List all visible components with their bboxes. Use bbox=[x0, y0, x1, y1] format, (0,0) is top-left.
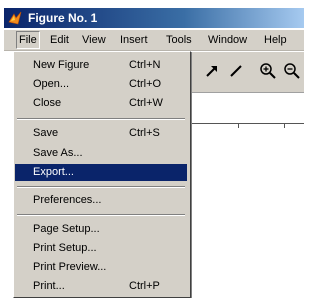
figure-toolbar bbox=[186, 52, 304, 93]
menu-separator bbox=[17, 214, 185, 216]
menu-item-label: Print Preview... bbox=[33, 261, 107, 273]
menu-item-label: New Figure bbox=[33, 59, 90, 71]
menu-item-label: Export... bbox=[33, 166, 74, 178]
menu-item-label: Page Setup... bbox=[33, 223, 100, 235]
axis-tick bbox=[284, 124, 285, 128]
menu-window[interactable]: Window bbox=[206, 33, 249, 47]
menu-item-print-preview[interactable]: Print Preview... bbox=[15, 259, 187, 276]
zoom-in-icon[interactable] bbox=[258, 61, 278, 81]
window-title: Figure No. 1 bbox=[28, 11, 98, 25]
menu-item-page-setup[interactable]: Page Setup... bbox=[15, 221, 187, 238]
menu-item-shortcut: Ctrl+W bbox=[129, 97, 163, 109]
matlab-logo-icon bbox=[8, 11, 22, 25]
menu-item-preferences[interactable]: Preferences... bbox=[15, 192, 187, 209]
menu-item-label: Open... bbox=[33, 78, 70, 90]
menu-item-print[interactable]: Print... Ctrl+P bbox=[15, 278, 187, 295]
menu-edit[interactable]: Edit bbox=[48, 33, 71, 47]
arrow-icon[interactable] bbox=[202, 61, 222, 81]
menu-item-label: Print Setup... bbox=[33, 242, 97, 254]
figure-canvas bbox=[186, 93, 304, 296]
figure-window: Figure No. 1 File Edit View Insert Tools… bbox=[0, 0, 304, 298]
menu-item-export[interactable]: Export... bbox=[15, 164, 187, 181]
menu-item-new-figure[interactable]: New Figure Ctrl+N bbox=[15, 57, 187, 74]
zoom-out-icon[interactable] bbox=[282, 61, 302, 81]
menu-item-label: Save bbox=[33, 127, 59, 139]
menu-item-print-setup[interactable]: Print Setup... bbox=[15, 240, 187, 257]
menu-item-close[interactable]: Close Ctrl+W bbox=[15, 95, 187, 112]
menu-insert[interactable]: Insert bbox=[118, 33, 150, 47]
menu-file[interactable]: File bbox=[16, 31, 40, 49]
menu-bar: File Edit View Insert Tools Window Help bbox=[4, 30, 304, 51]
menu-item-shortcut: Ctrl+N bbox=[129, 59, 161, 71]
menu-tools[interactable]: Tools bbox=[164, 33, 194, 47]
menu-item-shortcut: Ctrl+P bbox=[129, 280, 160, 292]
axis-tick bbox=[238, 124, 239, 128]
menu-item-save-as[interactable]: Save As... bbox=[15, 145, 187, 162]
menu-view[interactable]: View bbox=[80, 33, 108, 47]
menu-item-open[interactable]: Open... Ctrl+O bbox=[15, 76, 187, 93]
menu-help[interactable]: Help bbox=[262, 33, 289, 47]
menu-item-label: Preferences... bbox=[33, 194, 102, 206]
menu-item-shortcut: Ctrl+S bbox=[129, 127, 160, 139]
file-menu-dropdown: New Figure Ctrl+N Open... Ctrl+O Close C… bbox=[13, 51, 191, 298]
line-icon[interactable] bbox=[226, 61, 246, 81]
axes-top-edge bbox=[186, 123, 304, 124]
menu-item-label: Close bbox=[33, 97, 62, 109]
menu-separator bbox=[17, 186, 185, 188]
menu-item-shortcut: Ctrl+O bbox=[129, 78, 162, 90]
menu-item-label: Save As... bbox=[33, 147, 83, 159]
menu-separator bbox=[17, 118, 185, 120]
menu-item-label: Print... bbox=[33, 280, 65, 292]
title-bar[interactable]: Figure No. 1 bbox=[4, 8, 304, 28]
menu-item-save[interactable]: Save Ctrl+S bbox=[15, 125, 187, 142]
